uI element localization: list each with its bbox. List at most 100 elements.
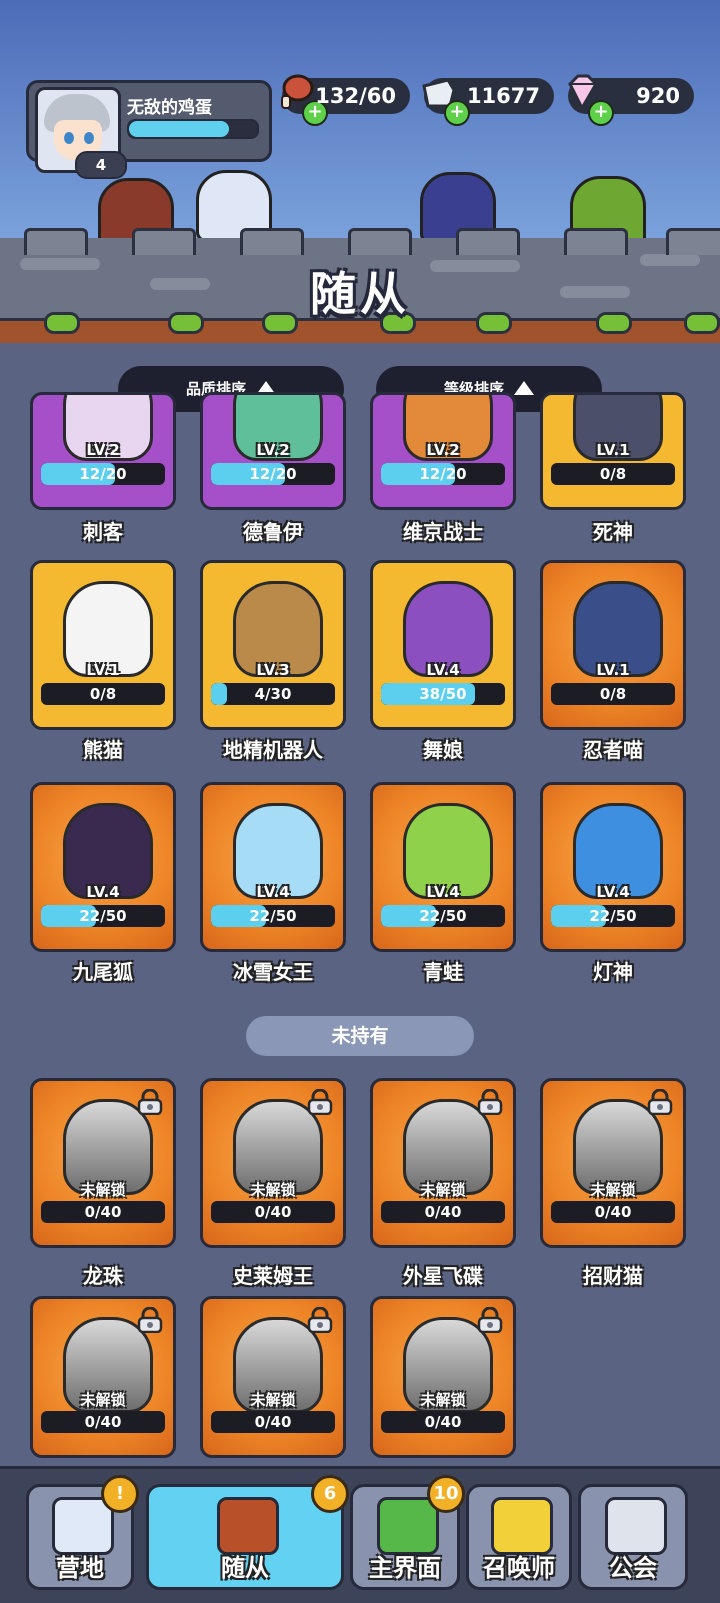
companion-level: LV.4 [86, 883, 120, 901]
companion-card[interactable]: LV.4 22/50 [200, 782, 346, 952]
progress-bar: 0/8 [551, 683, 675, 705]
progress-bar: 12/20 [381, 463, 505, 485]
lock-icon [475, 1306, 505, 1334]
companion-name: 地精机器人 [223, 738, 323, 762]
locked-status: 未解锁 [250, 1391, 296, 1409]
companion-level: LV.1 [596, 661, 630, 679]
locked-status: 未解锁 [420, 1181, 466, 1199]
lock-icon [135, 1306, 165, 1334]
nav-label: 召唤师 [483, 1554, 555, 1582]
locked-companion-card[interactable]: 未解锁 0/40 [200, 1296, 346, 1458]
resource-fist[interactable]: + 11677 [422, 78, 554, 126]
progress-text: 4/30 [254, 685, 292, 703]
companion-card[interactable]: LV.4 22/50 [30, 782, 176, 952]
companion-card[interactable]: LV.1 0/8 [540, 392, 686, 510]
fist-value: 11677 [466, 84, 540, 108]
companion-card[interactable]: LV.4 22/50 [370, 782, 516, 952]
locked-companion-card[interactable]: 未解锁 0/40 [370, 1296, 516, 1458]
tower-icon [377, 1497, 439, 1555]
progress-text: 22/50 [419, 907, 467, 925]
nav-tab-1[interactable]: 营地! [26, 1475, 139, 1590]
companion-card[interactable]: LV.4 38/50 [370, 560, 516, 730]
player-level-badge: 4 [75, 151, 127, 179]
progress-bar: 22/50 [211, 905, 335, 927]
locked-status: 未解锁 [80, 1391, 126, 1409]
companion-level: LV.1 [86, 661, 120, 679]
progress-bar: 0/8 [41, 683, 165, 705]
companion-level: LV.4 [426, 661, 460, 679]
lock-icon [305, 1088, 335, 1116]
companion-name: 九尾狐 [73, 960, 133, 984]
progress-bar: 12/20 [41, 463, 165, 485]
diamond-value: 920 [636, 84, 680, 108]
progress-text: 0/40 [424, 1203, 462, 1221]
progress-bar: 0/40 [41, 1411, 165, 1433]
companion-name: 刺客 [83, 520, 123, 544]
nav-tab-2[interactable]: 随从 6 [146, 1475, 349, 1590]
locked-companion-card[interactable]: 未解锁 0/40 [200, 1078, 346, 1248]
companion-card[interactable]: LV.2 12/20 [200, 392, 346, 510]
progress-text: 12/20 [79, 465, 127, 483]
nav-tab-5[interactable]: 公会 [578, 1484, 688, 1590]
resource-meat[interactable]: + 132/60 [281, 74, 410, 126]
progress-bar: 38/50 [381, 683, 505, 705]
progress-bar: 0/40 [551, 1201, 675, 1223]
xp-bar [127, 119, 259, 139]
companion-card[interactable]: LV.4 22/50 [540, 782, 686, 952]
companion-name: 外星飞碟 [403, 1264, 483, 1288]
nav-label: 公会 [609, 1554, 657, 1582]
locked-companion-card[interactable]: 未解锁 0/40 [540, 1078, 686, 1248]
companion-level: LV.4 [596, 883, 630, 901]
nav-tab-3[interactable]: 主界面 10 [350, 1475, 465, 1590]
lock-icon [305, 1306, 335, 1334]
meat-value: 132/60 [315, 84, 396, 108]
progress-text: 38/50 [419, 685, 467, 703]
companion-card[interactable]: LV.1 0/8 [540, 560, 686, 730]
locked-companion-card[interactable]: 未解锁 0/40 [30, 1078, 176, 1248]
progress-text: 22/50 [79, 907, 127, 925]
progress-text: 0/40 [254, 1413, 292, 1431]
page-title: 随从 [310, 267, 410, 321]
sort-ascending-icon [514, 381, 534, 395]
progress-text: 0/8 [599, 685, 627, 703]
companion-level: LV.4 [256, 883, 290, 901]
nav-tab-4[interactable]: 召唤师 [466, 1484, 572, 1590]
progress-bar: 4/30 [211, 683, 335, 705]
resource-diamond[interactable]: + 920 [568, 74, 694, 126]
locked-companion-card[interactable]: 未解锁 0/40 [370, 1078, 516, 1248]
companion-level: LV.3 [256, 661, 290, 679]
progress-text: 12/20 [249, 465, 297, 483]
progress-text: 0/40 [254, 1203, 292, 1221]
companion-name: 青蛙 [423, 960, 463, 984]
companion-name: 德鲁伊 [243, 520, 303, 544]
lock-icon [135, 1088, 165, 1116]
companion-card[interactable]: LV.1 0/8 [30, 560, 176, 730]
lock-icon [475, 1088, 505, 1116]
companion-name: 史莱姆王 [233, 1264, 313, 1288]
companion-card[interactable]: LV.2 12/20 [370, 392, 516, 510]
companion-level: LV.2 [86, 441, 120, 459]
progress-text: 0/8 [89, 685, 117, 703]
companion-name: 熊猫 [83, 738, 123, 762]
summon-hand-icon [491, 1497, 553, 1555]
progress-bar: 0/8 [551, 463, 675, 485]
companion-card[interactable]: LV.2 12/20 [30, 392, 176, 510]
companion-name: 忍者喵 [583, 738, 643, 762]
progress-bar: 0/40 [211, 1201, 335, 1223]
locked-status: 未解锁 [420, 1391, 466, 1409]
add-diamond-button[interactable]: + [588, 100, 614, 126]
companion-level: LV.4 [426, 883, 460, 901]
locked-companion-card[interactable]: 未解锁 0/40 [30, 1296, 176, 1458]
locked-status: 未解锁 [590, 1181, 636, 1199]
notification-badge: 6 [311, 1475, 349, 1513]
progress-bar: 12/20 [211, 463, 335, 485]
nav-label: 主界面 [369, 1554, 441, 1582]
player-profile[interactable]: 无敌的鸡蛋 4 [26, 80, 272, 179]
companion-name: 冰雪女王 [233, 960, 313, 984]
companion-name: 舞娘 [423, 738, 463, 762]
companion-name: 灯神 [593, 960, 633, 984]
section-not-owned: 未持有 [246, 1016, 474, 1056]
progress-text: 0/40 [84, 1203, 122, 1221]
companion-card[interactable]: LV.3 4/30 [200, 560, 346, 730]
staff-icon [217, 1497, 279, 1555]
